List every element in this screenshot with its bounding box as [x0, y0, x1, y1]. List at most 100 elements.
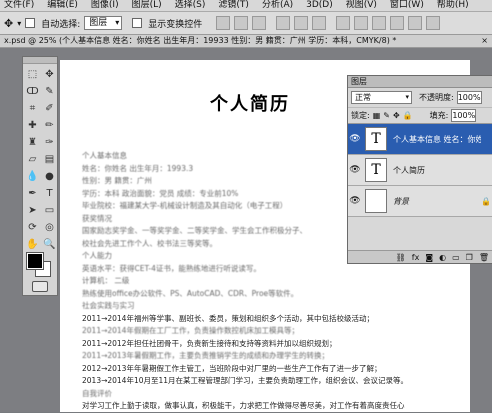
resume-line: 社会实践与实习 — [82, 301, 135, 310]
resume-line: 2013→2014年10月至11月在某工程管理部门学习，主要负责助理工作，组织会… — [82, 376, 409, 385]
path-select-icon[interactable]: ➤ — [25, 203, 40, 217]
lasso-tool-icon[interactable]: ↀ — [25, 84, 40, 98]
resume-line: 英语水平：获得CET-4证书，能熟练地进行听说读写。 — [82, 263, 261, 273]
distribute-top-icon[interactable] — [336, 16, 351, 30]
pen-tool-icon[interactable]: ✒ — [25, 186, 40, 200]
show-transform-label: 显示变换控件 — [148, 19, 203, 30]
lock-position-icon[interactable]: ✥ — [393, 111, 400, 120]
fill-input[interactable]: 100% — [451, 109, 477, 122]
layer-name[interactable]: 个人基本信息 姓名：你姓... — [393, 134, 481, 145]
visibility-eye-icon[interactable]: 👁 — [348, 196, 362, 206]
clone-stamp-icon[interactable]: ♜ — [25, 135, 40, 149]
align-top-icon[interactable] — [216, 16, 231, 30]
distribute-bottom-icon[interactable] — [372, 16, 387, 30]
align-bottom-icon[interactable] — [252, 16, 267, 30]
align-middle-icon[interactable] — [234, 16, 249, 30]
brush-tool-icon[interactable]: ✏ — [42, 118, 57, 132]
adjustment-layer-icon[interactable]: ◐ — [439, 253, 446, 262]
layer-style-icon[interactable]: fx — [412, 253, 420, 262]
align-center-icon[interactable] — [294, 16, 309, 30]
resume-line: 2011→2013年暑假期工作，主要负责推销学生的成绩和办理学生的转换； — [82, 351, 329, 360]
align-left-icon[interactable] — [276, 16, 291, 30]
layer-name[interactable]: 背景 — [393, 196, 481, 207]
marquee-tool-icon[interactable]: ⬚ — [25, 67, 40, 81]
layers-footer: ⛓ fx ◙ ◐ ▭ ❐ 🗑 — [348, 250, 492, 263]
auto-select-label: 自动选择: — [41, 19, 81, 30]
opacity-input[interactable]: 100% — [456, 91, 482, 104]
resume-line: 熟练使用office办公软件、PS、AutoCAD、CDR、Proe等软件。 — [82, 288, 299, 298]
resume-line: 对学习工作上勤于读取，做事认真，积极能干，力求把工作做得尽善尽美，对工作有着高度… — [82, 401, 405, 410]
blur-tool-icon[interactable]: 💧 — [25, 169, 40, 183]
resume-line: 自我评价 — [82, 388, 112, 398]
zoom-tool-icon[interactable]: 🔍 — [42, 237, 57, 251]
quick-mask-icon[interactable] — [32, 281, 48, 292]
add-mask-icon[interactable]: ◙ — [425, 253, 433, 262]
menu-filter[interactable]: 滤镜(T) — [214, 0, 258, 11]
lock-all-icon[interactable]: 🔒 — [403, 111, 413, 120]
dodge-tool-icon[interactable]: ● — [42, 169, 57, 183]
blend-row: 正常 不透明度: 100% — [348, 88, 492, 108]
menu-layer[interactable]: 图层(L) — [128, 0, 171, 11]
fill-label: 填充: — [429, 111, 449, 120]
move-tool-icon[interactable]: ✥ — [42, 67, 57, 81]
tool-preset-icon[interactable]: ▾ — [17, 19, 21, 28]
document-tab[interactable]: x.psd @ 25% (个人基本信息 姓名：你姓名 出生年月：19933 性别… — [0, 35, 492, 48]
menu-edit[interactable]: 编辑(E) — [43, 0, 87, 11]
resume-line: 2011→2014年假期在工厂工作，负责操作数控机床加工模具等； — [82, 326, 299, 335]
lock-row: 锁定: ▦ ✎ ✥ 🔒 填充: 100% — [348, 108, 492, 124]
layer-row[interactable]: 👁 背景 🔒 — [348, 186, 492, 217]
eraser-icon[interactable]: ▱ — [25, 152, 40, 166]
eyedropper-icon[interactable]: ✐ — [42, 101, 57, 115]
close-icon[interactable]: × — [481, 35, 488, 47]
layer-name[interactable]: 个人简历 — [393, 165, 481, 176]
auto-select-checkbox[interactable] — [25, 18, 36, 28]
distribute-middle-icon[interactable] — [354, 16, 369, 30]
resume-line: 2011→2014年福州等学事、副班长、委员，策划和组织多个活动，其中包括校级活… — [82, 313, 374, 323]
layer-row[interactable]: 👁T 个人基本信息 姓名：你姓... — [348, 124, 492, 155]
panel-grip[interactable] — [23, 57, 57, 64]
menu-select[interactable]: 选择(S) — [171, 0, 215, 11]
menu-image[interactable]: 图像(I) — [87, 0, 128, 11]
new-layer-icon[interactable]: ❐ — [466, 253, 473, 262]
lock-pixels-icon[interactable]: ✎ — [383, 111, 390, 120]
resume-title: 个人简历 — [210, 94, 290, 115]
lock-transparency-icon[interactable]: ▦ — [373, 111, 381, 120]
shape-tool-icon[interactable]: ▭ — [42, 203, 57, 217]
menu-file[interactable]: 文件(F) — [0, 0, 43, 11]
resume-line: 计算机： 二级 — [82, 276, 130, 285]
show-transform-checkbox[interactable] — [132, 18, 143, 28]
distribute-center-icon[interactable] — [408, 16, 423, 30]
distribute-left-icon[interactable] — [390, 16, 405, 30]
distribute-right-icon[interactable] — [426, 16, 441, 30]
layer-row[interactable]: 👁 T 个人简历 — [348, 155, 492, 186]
quick-select-icon[interactable]: ✎ — [42, 84, 57, 98]
healing-brush-icon[interactable]: ✚ — [25, 118, 40, 132]
foreground-color-swatch[interactable] — [26, 252, 44, 270]
auto-select-dropdown[interactable]: 图层 — [84, 16, 123, 30]
3d-rotate-icon[interactable]: ⟳ — [25, 220, 40, 234]
menu-analysis[interactable]: 分析(A) — [258, 0, 302, 11]
hand-tool-icon[interactable]: ✋ — [25, 237, 40, 251]
crop-tool-icon[interactable]: ⌗ — [25, 101, 40, 115]
resume-line: 2011→2012年担任社团骨干，负责新生接待和支持等资料并加以组织规划； — [82, 338, 337, 348]
type-tool-icon[interactable]: T — [42, 186, 57, 200]
menu-3d[interactable]: 3D(D) — [302, 0, 342, 11]
layers-panel-tab[interactable]: 图层 — [348, 76, 492, 88]
visibility-eye-icon[interactable]: 👁 — [348, 134, 362, 144]
opacity-label: 不透明度: — [419, 93, 454, 102]
visibility-eye-icon[interactable]: 👁 — [348, 165, 362, 175]
menu-window[interactable]: 窗口(W) — [386, 0, 433, 11]
move-tool-icon[interactable]: ✥ — [4, 17, 13, 30]
align-right-icon[interactable] — [312, 16, 327, 30]
menu-view[interactable]: 视图(V) — [342, 0, 386, 11]
menu-help[interactable]: 帮助(H) — [433, 0, 478, 11]
new-group-icon[interactable]: ▭ — [452, 253, 460, 262]
delete-layer-icon[interactable]: 🗑 — [479, 253, 489, 262]
3d-orbit-icon[interactable]: ◎ — [42, 220, 57, 234]
gradient-icon[interactable]: ▤ — [42, 152, 57, 166]
text-layer-thumbnail: T — [365, 127, 387, 151]
history-brush-icon[interactable]: ✑ — [42, 135, 57, 149]
blend-mode-dropdown[interactable]: 正常 — [351, 91, 412, 104]
link-layers-icon[interactable]: ⛓ — [396, 253, 406, 262]
layers-panel: 图层 正常 不透明度: 100% 锁定: ▦ ✎ ✥ 🔒 填充: 100% 👁T… — [347, 75, 492, 264]
